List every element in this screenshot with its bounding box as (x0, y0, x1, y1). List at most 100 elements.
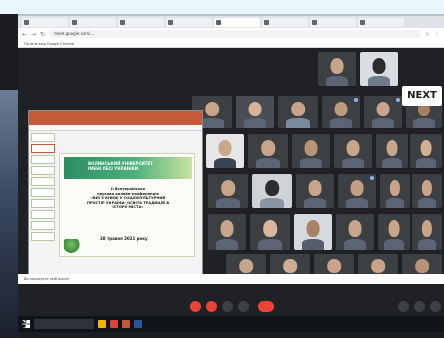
taskbar-search[interactable] (34, 319, 94, 329)
slide-date: 28 травня 2021 року (100, 236, 148, 241)
next-button[interactable]: NEXT (402, 86, 442, 106)
browser-tab-active[interactable] (214, 17, 260, 27)
participant-face (261, 140, 275, 156)
browser-tab[interactable] (70, 17, 116, 27)
browser-tab[interactable] (166, 17, 212, 27)
browser-tab[interactable] (310, 17, 356, 27)
participant-body (299, 157, 323, 168)
participant-body (256, 157, 280, 168)
back-arrow-icon[interactable]: ← (22, 31, 27, 38)
browser-tab[interactable] (118, 17, 164, 27)
powerpoint-icon[interactable] (122, 320, 130, 328)
participant-tile[interactable] (364, 96, 402, 128)
participant-face (218, 140, 232, 156)
favicon-icon (24, 19, 29, 25)
participant-tile[interactable] (410, 134, 442, 168)
slide-thumbnail[interactable] (31, 199, 55, 208)
participant-body (213, 157, 237, 168)
participant-tile[interactable] (338, 174, 376, 208)
file-explorer-icon[interactable] (98, 320, 106, 328)
participant-tile[interactable] (334, 134, 372, 168)
slide-thumbnail[interactable] (31, 155, 55, 164)
camera-off-button[interactable] (206, 301, 217, 312)
star-icon[interactable]: ☆ (425, 31, 430, 38)
browser-tab[interactable] (262, 17, 308, 27)
participant-face (386, 140, 398, 156)
screen-share-notice: Ви показуєте свій екран (18, 274, 444, 284)
mic-icon (396, 98, 400, 102)
slide-thumbnail[interactable] (31, 133, 55, 142)
ppt-toolbar (29, 125, 202, 131)
activities-icon[interactable] (430, 301, 441, 312)
participant-tile[interactable] (208, 174, 248, 208)
participant-tile[interactable] (360, 52, 398, 86)
participant-body (371, 118, 395, 128)
participant-face (265, 180, 279, 196)
participant-face (421, 180, 433, 196)
end-call-button[interactable] (258, 301, 274, 312)
participant-tile[interactable] (294, 214, 332, 250)
powerpoint-window[interactable]: ВОЛИНСЬКИЙ УНІВЕРСИТЕТ ІМЕНІ ЛЕСІ УКРАЇН… (28, 110, 203, 280)
chat-icon[interactable] (414, 301, 425, 312)
url-field[interactable]: meet.google.com/... (49, 30, 421, 38)
slide-thumbnail[interactable] (31, 210, 55, 219)
menu-dots-icon[interactable]: ⋮ (434, 31, 440, 38)
participant-face (371, 259, 385, 274)
participant-body (215, 239, 239, 250)
participant-face (388, 220, 400, 238)
participant-body (286, 118, 310, 128)
leaf-decoration (64, 239, 82, 253)
reload-icon[interactable]: ↻ (40, 31, 45, 38)
browser-tab[interactable] (358, 17, 404, 27)
address-bar: ← → ↻ meet.google.com/... ☆ ⋮ (18, 28, 444, 40)
participant-tile[interactable] (376, 134, 408, 168)
participant-tile[interactable] (250, 214, 290, 250)
slide-thumbnail[interactable] (31, 221, 55, 230)
participant-face (334, 101, 348, 117)
meet-grid: A ВОЛИН (18, 48, 444, 296)
participant-tile[interactable] (412, 214, 442, 250)
participant-tile[interactable] (292, 134, 330, 168)
slide-thumbnail[interactable] (31, 232, 55, 241)
participant-body (200, 118, 224, 128)
participant-body (341, 157, 365, 168)
participant-tile[interactable] (236, 96, 274, 128)
screen-photo: ← → ↻ meet.google.com/... ☆ ⋮ Почати ваш… (0, 0, 444, 338)
slide-thumbnail[interactable] (31, 188, 55, 197)
browser-tab-bar (18, 16, 444, 28)
participant-tile[interactable] (412, 174, 442, 208)
participant-tile[interactable] (318, 52, 356, 86)
participant-tile[interactable] (296, 174, 334, 208)
participant-face (291, 101, 305, 117)
browser-tab[interactable] (22, 17, 68, 27)
forward-arrow-icon[interactable]: → (31, 31, 36, 38)
participant-face (330, 58, 344, 74)
mic-off-button[interactable] (190, 301, 201, 312)
participant-body (382, 157, 402, 168)
slide-thumbnail[interactable] (31, 177, 55, 186)
participant-tile[interactable] (336, 214, 374, 250)
participant-tile[interactable] (252, 174, 292, 208)
slide-thumbnail[interactable] (31, 144, 55, 153)
chrome-icon[interactable] (110, 320, 118, 328)
participant-tile[interactable] (380, 174, 410, 208)
mic-icon (370, 176, 374, 180)
participant-face (248, 101, 262, 117)
slide-thumbnail[interactable] (31, 166, 55, 175)
participant-face (372, 58, 386, 74)
participant-face (348, 220, 362, 238)
participant-tile[interactable] (206, 134, 244, 168)
participant-tile[interactable] (208, 214, 246, 250)
participant-tile[interactable] (322, 96, 360, 128)
present-button[interactable] (238, 301, 249, 312)
slide-thumbnails (31, 133, 55, 277)
people-icon[interactable] (398, 301, 409, 312)
captions-button[interactable] (222, 301, 233, 312)
windows-start-icon[interactable] (22, 320, 30, 328)
word-icon[interactable] (134, 320, 142, 328)
participant-tile[interactable] (378, 214, 410, 250)
participant-tile[interactable] (248, 134, 288, 168)
participant-body (418, 197, 436, 208)
participant-tile[interactable] (278, 96, 318, 128)
participant-body (216, 197, 240, 208)
